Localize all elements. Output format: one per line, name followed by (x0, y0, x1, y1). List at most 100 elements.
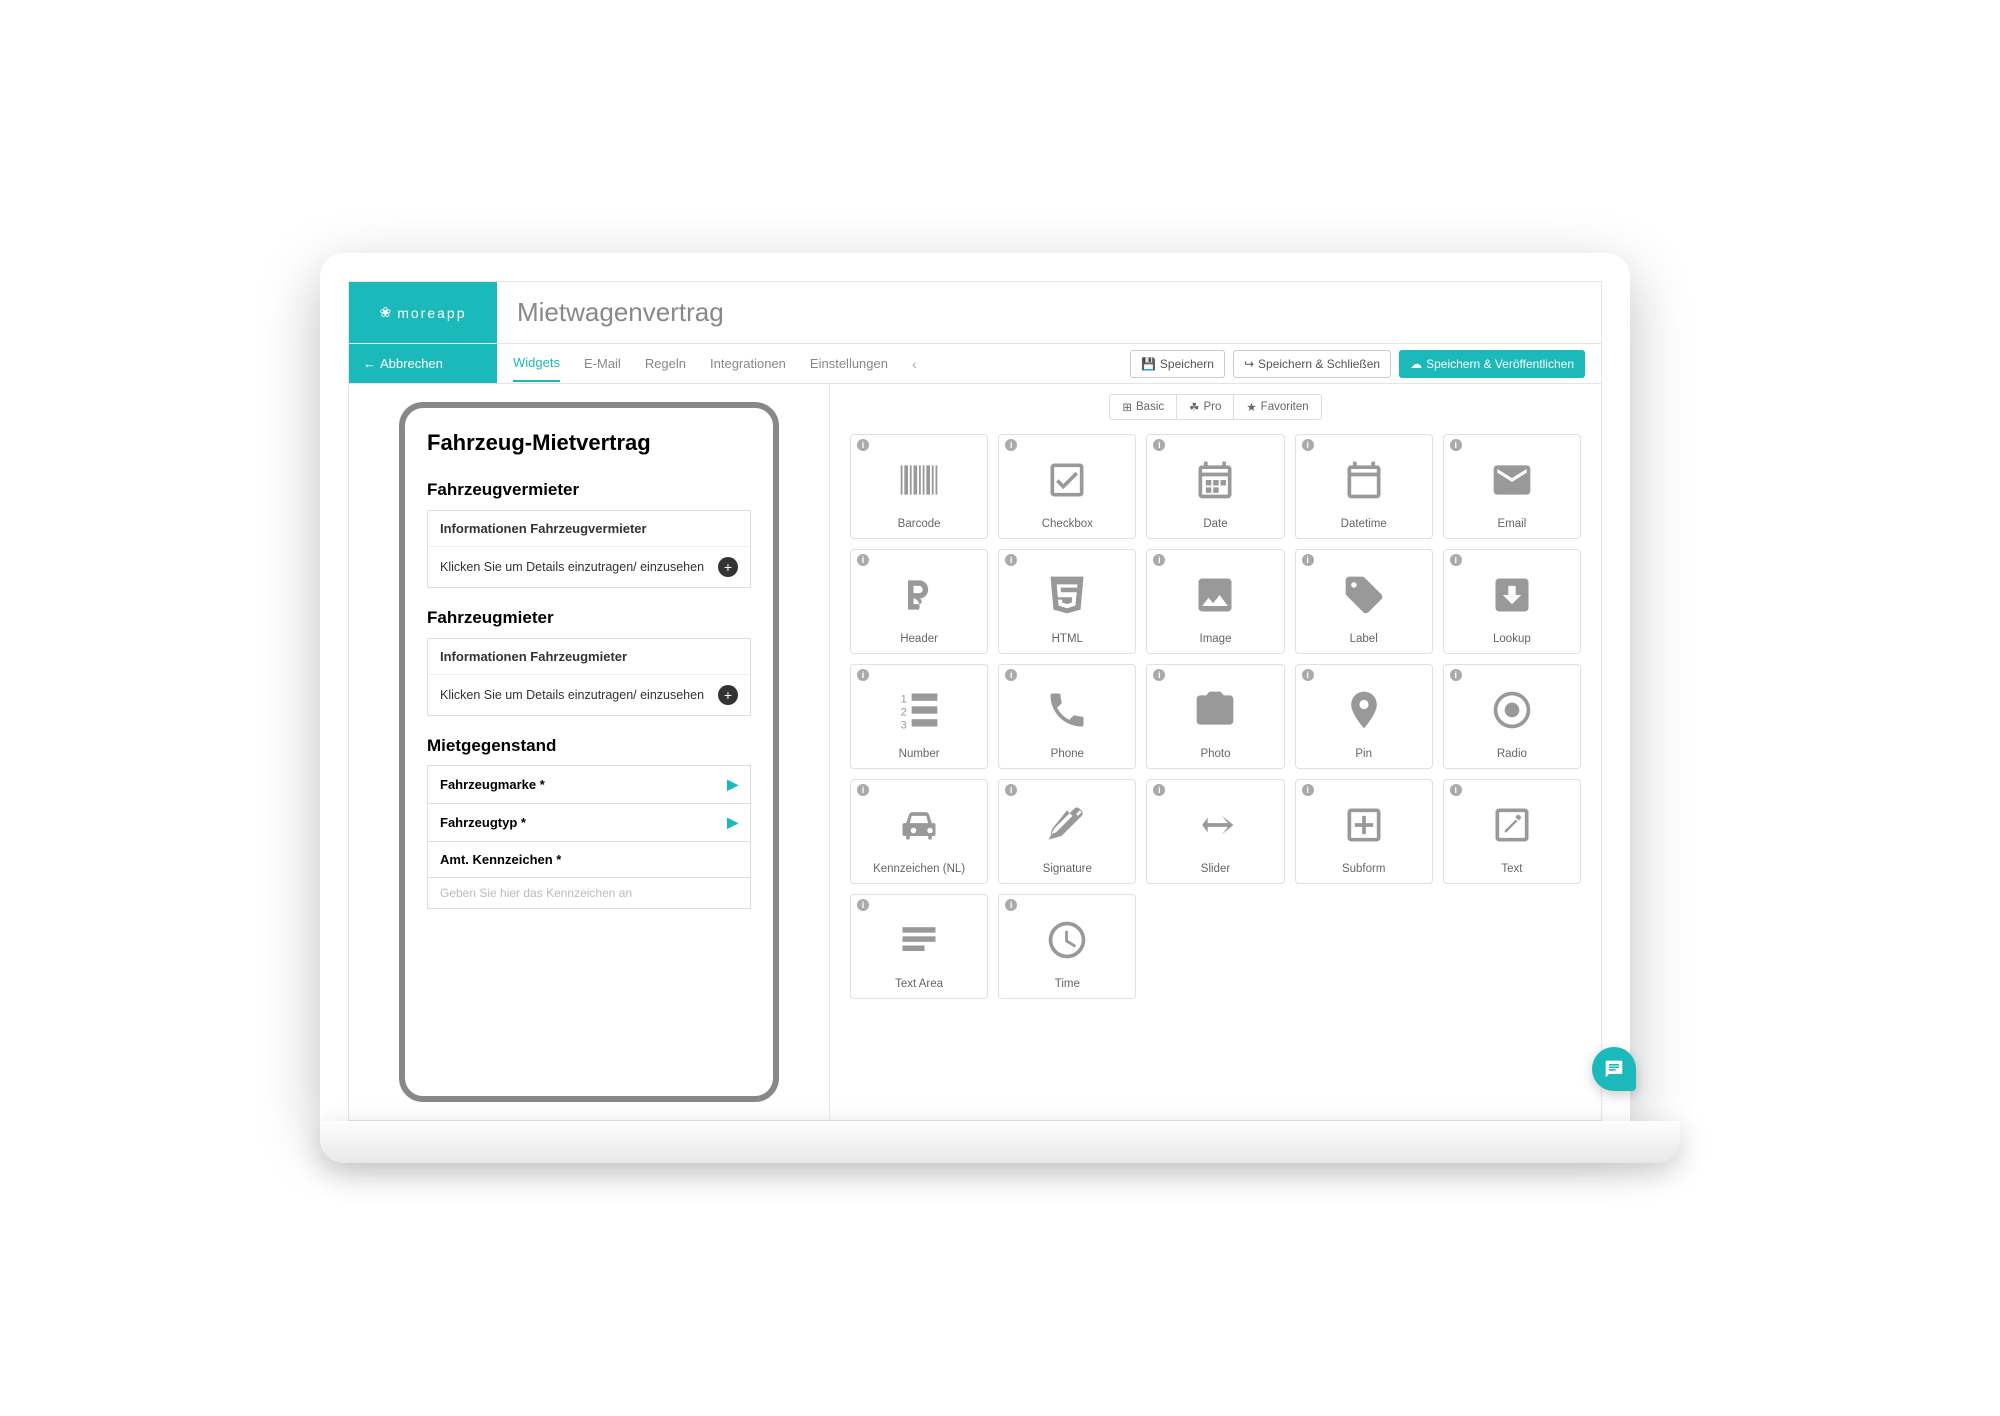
widget-label: Subform (1342, 863, 1385, 877)
widget-lookup[interactable]: i Lookup (1443, 549, 1581, 654)
save-publish-button[interactable]: ☁Speichern & Veröffentlichen (1399, 350, 1585, 378)
save-button[interactable]: 💾Speichern (1130, 350, 1225, 378)
info-icon[interactable]: i (857, 669, 869, 681)
subform-icon (1342, 786, 1386, 863)
widget-checkbox[interactable]: iCheckbox (998, 434, 1136, 539)
section-heading-vermieter: Fahrzeugvermieter (427, 480, 751, 500)
widget-email[interactable]: iEmail (1443, 434, 1581, 539)
filter-favorites[interactable]: ★Favoriten (1234, 394, 1321, 420)
star-icon: ★ (1246, 400, 1256, 414)
label-icon (1342, 556, 1386, 633)
widget-datetime[interactable]: iDatetime (1295, 434, 1433, 539)
phone-icon (1045, 671, 1089, 748)
chat-fab[interactable] (1592, 1047, 1636, 1091)
arrow-left-icon: ← (363, 356, 376, 371)
widget-time[interactable]: iTime (998, 894, 1136, 999)
header-icon (897, 556, 941, 633)
number-icon: 123 (897, 671, 941, 748)
save-close-button[interactable]: ↪Speichern & Schließen (1233, 350, 1391, 378)
html-icon (1045, 556, 1089, 633)
widget-image[interactable]: iImage (1146, 549, 1284, 654)
field-marke[interactable]: Fahrzeugmarke *▶ (427, 765, 751, 804)
widget-slider[interactable]: iSlider (1146, 779, 1284, 884)
widget-label: Text (1501, 863, 1522, 877)
cancel-button[interactable]: ← Abbrechen (349, 344, 497, 383)
widget-header[interactable]: iHeader (850, 549, 988, 654)
info-icon[interactable]: i (1153, 439, 1165, 451)
widget-label: Phone (1051, 748, 1084, 762)
widget-date[interactable]: i Date (1146, 434, 1284, 539)
field-kennzeichen-placeholder[interactable]: Geben Sie hier das Kennzeichen an (427, 877, 751, 909)
info-icon[interactable]: i (857, 784, 869, 796)
widget-photo[interactable]: iPhoto (1146, 664, 1284, 769)
info-icon[interactable]: i (1005, 899, 1017, 911)
info-icon[interactable]: i (1302, 554, 1314, 566)
time-icon (1045, 901, 1089, 978)
info-icon[interactable]: i (1450, 669, 1462, 681)
svg-text:1: 1 (901, 693, 907, 705)
tab-email[interactable]: E-Mail (584, 346, 621, 381)
info-icon[interactable]: i (1005, 669, 1017, 681)
filter-basic[interactable]: ⊞Basic (1109, 394, 1177, 420)
widget-html[interactable]: iHTML (998, 549, 1136, 654)
info-icon[interactable]: i (1153, 784, 1165, 796)
info-icon[interactable]: i (1450, 439, 1462, 451)
plus-icon[interactable]: + (718, 685, 738, 705)
info-icon[interactable]: i (857, 439, 869, 451)
slider-icon (1193, 786, 1237, 863)
widget-label: Date (1203, 518, 1227, 532)
svg-text:2: 2 (901, 706, 907, 718)
info-icon[interactable]: i (1153, 669, 1165, 681)
info-icon[interactable]: i (1005, 784, 1017, 796)
widget-barcode[interactable]: i Barcode (850, 434, 988, 539)
info-icon[interactable]: i (1005, 554, 1017, 566)
tab-integrations[interactable]: Integrationen (710, 346, 786, 381)
subform-title: Informationen Fahrzeugvermieter (428, 511, 750, 546)
tab-rules[interactable]: Regeln (645, 346, 686, 381)
widget-label: Barcode (898, 518, 941, 532)
widget-textarea[interactable]: i Text Area (850, 894, 988, 999)
cloud-upload-icon: ☁ (1410, 357, 1422, 371)
field-typ[interactable]: Fahrzeugtyp *▶ (427, 803, 751, 842)
info-icon[interactable]: i (1153, 554, 1165, 566)
brand-logo[interactable]: ❀ moreapp (349, 282, 497, 343)
chevron-left-icon[interactable]: ‹ (912, 356, 917, 372)
email-icon (1490, 441, 1534, 518)
widget-label: Lookup (1493, 633, 1531, 647)
filter-pro[interactable]: ☘Pro (1177, 394, 1234, 420)
field-kennzeichen[interactable]: Amt. Kennzeichen * (427, 841, 751, 878)
widget-licenseplate[interactable]: iKennzeichen (NL) (850, 779, 988, 884)
info-icon[interactable]: i (857, 554, 869, 566)
info-icon[interactable]: i (1302, 784, 1314, 796)
info-icon[interactable]: i (1005, 439, 1017, 451)
tab-settings[interactable]: Einstellungen (810, 346, 888, 381)
section-heading-mieter: Fahrzeugmieter (427, 608, 751, 628)
info-icon[interactable]: i (1450, 784, 1462, 796)
widget-number[interactable]: i123Number (850, 664, 988, 769)
subform-vermieter[interactable]: Informationen Fahrzeugvermieter Klicken … (427, 510, 751, 588)
licenseplate-icon (897, 786, 941, 863)
info-icon[interactable]: i (1302, 439, 1314, 451)
widget-phone[interactable]: i Phone (998, 664, 1136, 769)
info-icon[interactable]: i (1302, 669, 1314, 681)
widget-label: Text Area (895, 978, 943, 992)
subform-mieter[interactable]: Informationen Fahrzeugmieter Klicken Sie… (427, 638, 751, 716)
widget-label: Pin (1355, 748, 1372, 762)
info-icon[interactable]: i (857, 899, 869, 911)
subform-title: Informationen Fahrzeugmieter (428, 639, 750, 674)
widget-subform[interactable]: i Subform (1295, 779, 1433, 884)
form-preview: Fahrzeug-Mietvertrag Fahrzeugvermieter I… (399, 402, 779, 1102)
info-icon[interactable]: i (1450, 554, 1462, 566)
plus-icon[interactable]: + (718, 557, 738, 577)
widget-label: Radio (1497, 748, 1527, 762)
datetime-icon (1342, 441, 1386, 518)
widget-text[interactable]: i Text (1443, 779, 1581, 884)
widget-label[interactable]: iLabel (1295, 549, 1433, 654)
widget-radio[interactable]: i Radio (1443, 664, 1581, 769)
widget-signature[interactable]: iSignature (998, 779, 1136, 884)
leaf-icon: ☘ (1189, 400, 1199, 414)
caret-right-icon: ▶ (727, 776, 738, 793)
tab-widgets[interactable]: Widgets (513, 345, 560, 382)
radio-icon (1490, 671, 1534, 748)
widget-pin[interactable]: i Pin (1295, 664, 1433, 769)
